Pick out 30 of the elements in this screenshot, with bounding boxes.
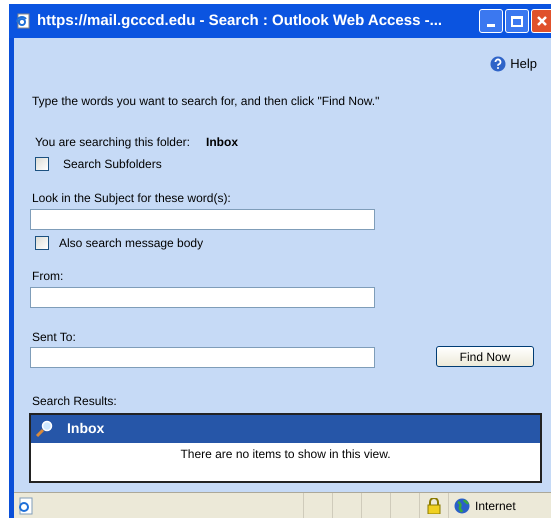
page-icon [16, 496, 34, 514]
find-now-button[interactable]: Find Now [436, 346, 534, 367]
checkbox-label: Also search message body [59, 234, 204, 252]
field-label: From: [32, 268, 64, 284]
field-label: Sent To: [32, 328, 77, 346]
close-icon [536, 15, 548, 27]
folder-label: You are searching this folder: [35, 134, 190, 150]
from-field[interactable] [30, 286, 375, 308]
lock-icon [427, 498, 441, 514]
close-button[interactable] [531, 9, 551, 33]
page-icon [15, 13, 31, 29]
results-label: Search Results: [32, 392, 118, 410]
window-title: https://mail.gcccd.edu - Search : Outlook Web Access -... [37, 10, 442, 31]
magnifier-icon [35, 420, 53, 438]
help-link[interactable]: Help [510, 54, 537, 74]
minimize-button[interactable] [479, 9, 503, 33]
subject-field[interactable] [30, 208, 375, 230]
sent-to-field[interactable] [30, 346, 375, 368]
field-label: Look in the Subject for these word(s): [32, 190, 232, 206]
maximize-button[interactable] [505, 9, 529, 33]
checkbox[interactable] [35, 156, 49, 170]
checkbox[interactable] [35, 236, 49, 250]
globe-icon [454, 498, 470, 514]
results-header: Inbox [31, 414, 540, 442]
instruction-text: Type the words you want to search for, and then click "Find Now." [32, 92, 380, 110]
empty-message: There are no items to show in this view. [179, 446, 392, 462]
folder-name: Inbox [206, 134, 238, 150]
zone-label: Internet [475, 498, 516, 514]
help-icon[interactable] [490, 56, 506, 72]
checkbox-label: Search Subfolders [63, 156, 162, 172]
